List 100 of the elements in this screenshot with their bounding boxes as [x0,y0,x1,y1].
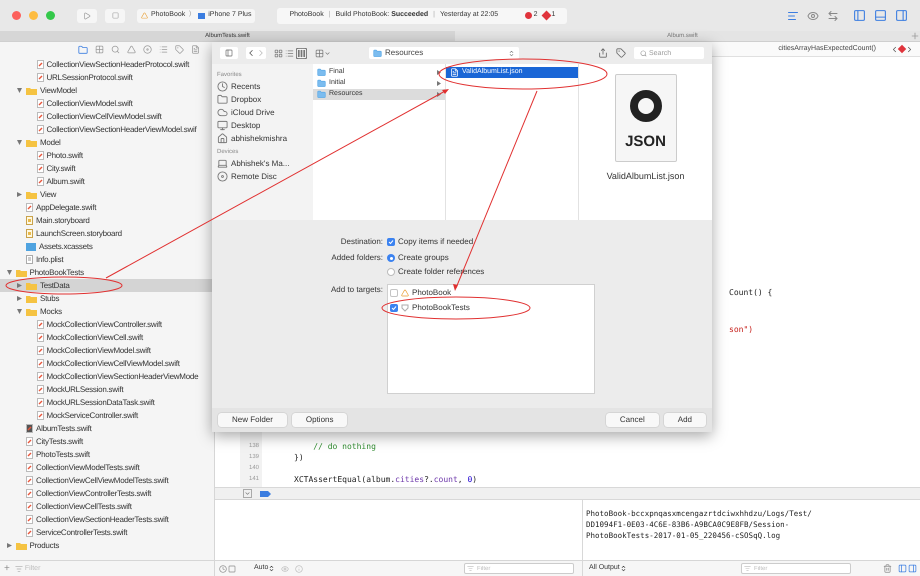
navigator-row[interactable]: Main.storyboard [0,214,214,227]
assistant-editor-icon[interactable] [807,10,819,22]
dialog-button[interactable]: Add [664,413,706,427]
navigator-row[interactable]: AlbumTests.swift [0,422,214,435]
disclosure-right-icon[interactable] [17,296,22,301]
hide-debug-area-icon[interactable] [243,489,252,498]
report-navigator-icon[interactable] [191,45,200,54]
checkbox[interactable] [390,289,398,297]
previous-issue-icon[interactable] [890,44,899,54]
navigator-row[interactable]: CollectionViewControllerTests.swift [0,487,214,500]
navigator-row[interactable]: Album.swift [0,175,214,188]
navigator-row[interactable]: Products [0,539,214,552]
up-down-arrows-icon[interactable] [268,565,276,572]
navigator-row[interactable]: CollectionViewSectionHeaderTests.swift [0,513,214,526]
navigator-row[interactable]: MockCollectionViewSectionHeaderViewMode [0,370,214,383]
play-icon[interactable] [83,12,91,20]
navigator-row[interactable]: CollectionViewModel.swift [0,97,214,110]
tag-icon[interactable] [616,48,626,58]
navigator-row[interactable]: MockCollectionViewCell.swift [0,331,214,344]
navigator-row[interactable]: MockCollectionViewModel.swift [0,344,214,357]
disclosure-down-icon[interactable] [17,88,22,93]
icon-view-icon[interactable] [274,48,283,58]
checkbox[interactable] [390,304,398,312]
trash-icon[interactable] [883,564,892,573]
sidebar-item[interactable]: Abhishek's Ma... [217,157,313,170]
error-icon[interactable] [524,12,532,19]
sidebar-icon[interactable] [220,47,238,59]
issues-filter-icon[interactable] [228,564,236,572]
search-icon[interactable] [111,45,120,54]
navigator-row[interactable]: URLSessionProtocol.swift [0,71,214,84]
navigator-row[interactable]: MockCollectionViewController.swift [0,318,214,331]
navigator-row[interactable]: View [0,188,214,201]
sidebar-item[interactable]: Desktop [217,119,313,132]
navigator-row[interactable]: CollectionViewModelTests.swift [0,461,214,474]
close-window-button[interactable] [12,11,21,20]
navigator-row[interactable]: Photo.swift [0,149,214,162]
info-icon[interactable] [295,564,304,572]
navigator-row[interactable]: CollectionViewCellTests.swift [0,500,214,513]
next-issue-icon[interactable] [905,44,914,54]
share-icon[interactable] [598,48,608,58]
navigator-row[interactable]: Model [0,136,214,149]
radio-button[interactable] [387,254,395,262]
navigator-row[interactable]: CollectionViewCellViewModelTests.swift [0,474,214,487]
caret-icon[interactable] [324,50,331,56]
version-editor-icon[interactable] [827,10,839,22]
inspector-toggle-icon[interactable] [895,9,908,22]
navigator-row[interactable]: CityTests.swift [0,435,214,448]
stop-button[interactable] [105,8,125,22]
sidebar-item[interactable]: Dropbox [217,93,313,106]
standard-editor-icon[interactable] [787,10,799,22]
navigator-row[interactable]: ViewModel [0,84,214,97]
issue-marker-icon[interactable] [898,44,906,54]
folder-icon[interactable] [78,44,88,54]
path-popup[interactable]: Resources [369,47,519,59]
variables-view-toggle-icon[interactable] [898,564,907,573]
navigator-row[interactable]: City.swift [0,162,214,175]
navigator-row[interactable]: Assets.xcassets [0,240,214,253]
disclosure-right-icon[interactable] [6,543,12,548]
navigator-row[interactable]: CollectionViewSectionHeaderViewModel.swif [0,123,214,136]
navigator-row[interactable]: Info.plist [0,253,214,266]
run-button[interactable] [77,8,97,22]
navigator-row[interactable]: CollectionViewCellViewModel.swift [0,110,214,123]
navigator-toggle-icon[interactable] [853,9,866,22]
checkbox[interactable] [387,238,395,246]
radio-button[interactable] [387,268,395,276]
navigator-row[interactable]: PhotoBookTests [0,266,214,279]
dialog-button[interactable]: Cancel [606,413,659,427]
sidebar-item[interactable]: abhishekmishra [217,132,313,145]
recent-filter-icon[interactable] [219,564,227,572]
navigator-row[interactable]: LaunchScreen.storyboard [0,227,214,240]
dialog-button[interactable]: Options [292,413,348,427]
eye-icon[interactable] [281,564,290,572]
navigator-row[interactable]: AppDelegate.swift [0,201,214,214]
zoom-window-button[interactable] [46,11,55,20]
add-tab-icon[interactable] [910,31,920,41]
column-view-icon[interactable] [296,48,307,58]
navigator-row[interactable]: MockServiceController.swift [0,409,214,422]
breakpoint-navigator-icon[interactable] [175,45,184,54]
test-navigator-icon[interactable] [143,45,152,54]
dialog-button[interactable]: New Folder [218,413,287,427]
navigator-row[interactable]: MockCollectionViewCellViewModel.swift [0,357,214,370]
disclosure-right-icon[interactable] [17,192,22,197]
navigator-row[interactable]: MockURLSessionDataTask.swift [0,396,214,409]
disclosure-right-icon[interactable] [17,283,22,288]
stop-icon[interactable] [112,12,118,19]
breakpoint-toggle-icon[interactable] [260,490,271,496]
navigator-row[interactable]: Mocks [0,305,214,318]
sidebar-item[interactable]: iCloud Drive [217,106,313,119]
sidebar-item[interactable]: Remote Disc [217,170,313,183]
navigator-row[interactable]: MockURLSession.swift [0,383,214,396]
debug-navigator-icon[interactable] [159,45,168,54]
sidebar-item[interactable]: Recents [217,80,313,93]
symbol-navigator-icon[interactable] [95,45,104,54]
warning-icon[interactable] [541,10,551,20]
console-toggle-icon[interactable] [908,564,917,573]
disclosure-down-icon[interactable] [17,309,22,314]
navigator-row[interactable]: TestData [0,279,214,292]
disclosure-down-icon[interactable] [17,140,22,145]
arrange-icon[interactable] [315,48,324,58]
disclosure-down-icon[interactable] [6,270,12,275]
